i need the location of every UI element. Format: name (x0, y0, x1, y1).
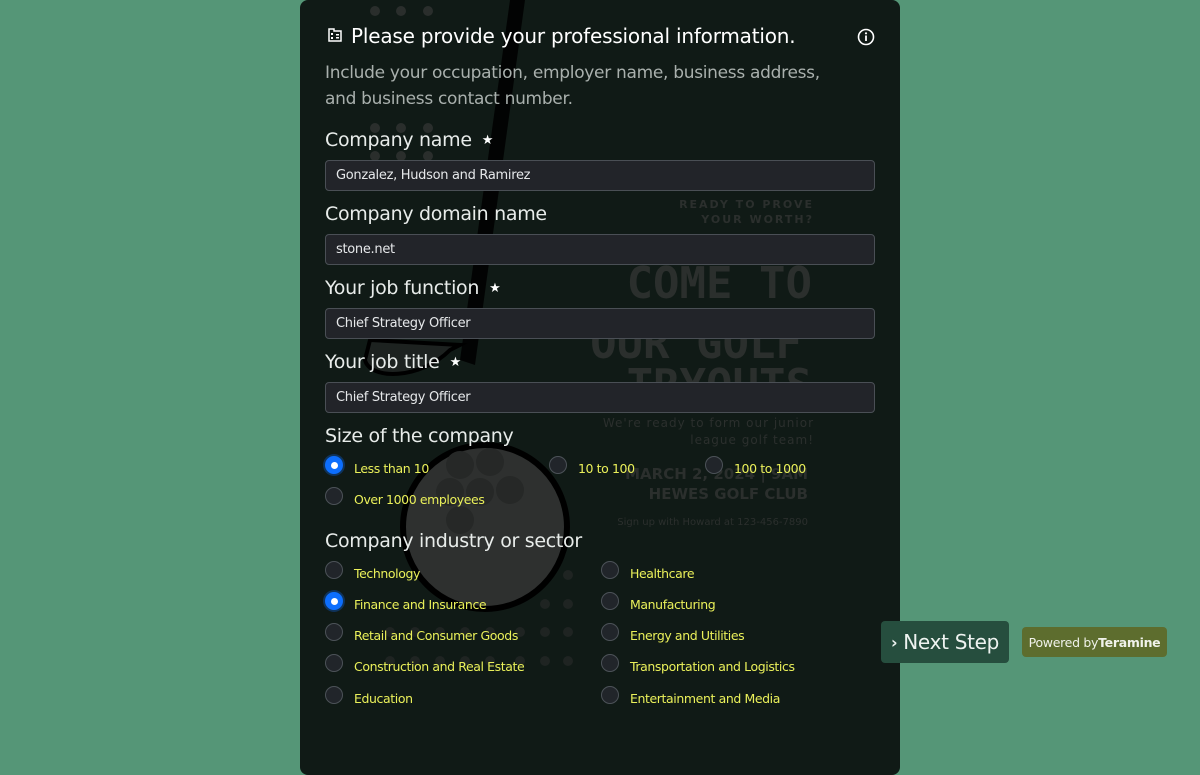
chevron-right-icon: › (890, 632, 898, 652)
industry-option-healthcare[interactable]: Healthcare (601, 560, 695, 581)
radio-unchecked-icon[interactable] (325, 622, 343, 641)
radio-label: Finance and Insurance (354, 597, 487, 612)
industry-option-manufacturing[interactable]: Manufacturing (601, 591, 716, 612)
required-star-icon: ★ (489, 281, 501, 296)
required-star-icon: ★ (481, 133, 494, 148)
company-name-label-text: Company name (325, 129, 472, 151)
poster-tagline1: We're ready to form our junior (602, 416, 814, 430)
radio-checked-icon[interactable] (325, 455, 343, 474)
powered-by-prefix: Powered by (1028, 634, 1099, 650)
radio-checked-icon[interactable] (325, 591, 343, 610)
poster-line2: YOUR WORTH? (701, 213, 814, 226)
radio-label: Entertainment and Media (630, 691, 781, 706)
radio-unchecked-icon[interactable] (549, 455, 567, 474)
radio-label: Transportation and Logistics (630, 659, 795, 674)
company-size-label: Size of the company (325, 425, 514, 447)
radio-label: Healthcare (630, 566, 695, 581)
radio-label: Energy and Utilities (630, 628, 745, 643)
company-name-label: Company name ★ (325, 129, 493, 151)
radio-label: Manufacturing (630, 597, 716, 612)
job-title-label-text: Your job title (325, 351, 440, 373)
form-header: Please provide your professional informa… (325, 24, 875, 52)
radio-label: Construction and Real Estate (354, 659, 525, 674)
size-option-over-1000[interactable]: Over 1000 employees (325, 486, 485, 507)
powered-by-brand: Teramine (1098, 634, 1161, 650)
powered-by-badge[interactable]: Powered by Teramine (1022, 627, 1167, 657)
radio-label: Retail and Consumer Goods (354, 628, 518, 643)
poster-headline1: COME TO (626, 258, 812, 309)
size-option-100-to-1000[interactable]: 100 to 1000 (705, 455, 806, 476)
poster-contact: Sign up with Howard at 123-456-7890 (617, 517, 808, 528)
industry-option-transportation[interactable]: Transportation and Logistics (601, 653, 795, 674)
industry-option-education[interactable]: Education (325, 685, 413, 706)
job-function-label: Your job function ★ (325, 277, 501, 299)
size-option-10-to-100[interactable]: 10 to 100 (549, 455, 635, 476)
radio-unchecked-icon[interactable] (325, 653, 343, 672)
required-star-icon: ★ (449, 355, 462, 370)
job-function-label-text: Your job function (325, 277, 480, 299)
radio-unchecked-icon[interactable] (601, 591, 619, 610)
radio-unchecked-icon[interactable] (705, 455, 723, 474)
poster-venue: HEWES GOLF CLUB (648, 485, 808, 503)
radio-unchecked-icon[interactable] (325, 486, 343, 505)
company-domain-label-text: Company domain name (325, 203, 547, 225)
form-card: READY TO PROVE YOUR WORTH? COME TO OUR G… (300, 0, 900, 775)
next-step-label: Next Step (903, 630, 1000, 654)
size-option-less-than-10[interactable]: Less than 10 (325, 455, 429, 476)
radio-unchecked-icon[interactable] (601, 560, 619, 579)
job-title-label: Your job title ★ (325, 351, 461, 373)
radio-unchecked-icon[interactable] (325, 560, 343, 579)
company-domain-input[interactable] (325, 234, 875, 265)
radio-label: 100 to 1000 (734, 461, 806, 476)
job-title-input[interactable] (325, 382, 875, 413)
radio-unchecked-icon[interactable] (601, 653, 619, 672)
industry-option-retail[interactable]: Retail and Consumer Goods (325, 622, 518, 643)
poster-line1: READY TO PROVE (679, 198, 814, 211)
radio-label: Less than 10 (354, 461, 429, 476)
radio-unchecked-icon[interactable] (325, 685, 343, 704)
industry-option-energy[interactable]: Energy and Utilities (601, 622, 745, 643)
industry-option-construction[interactable]: Construction and Real Estate (325, 653, 525, 674)
radio-label: Over 1000 employees (354, 492, 485, 507)
form-subtitle: Include your occupation, employer name, … (325, 63, 820, 109)
info-icon[interactable] (857, 28, 875, 46)
industry-option-finance[interactable]: Finance and Insurance (325, 591, 487, 612)
industry-label: Company industry or sector (325, 530, 582, 552)
radio-label: 10 to 100 (578, 461, 635, 476)
company-name-input[interactable] (325, 160, 875, 191)
radio-unchecked-icon[interactable] (601, 622, 619, 641)
building-icon (328, 28, 342, 42)
radio-unchecked-icon[interactable] (601, 685, 619, 704)
form-title: Please provide your professional informa… (351, 24, 796, 48)
radio-label: Education (354, 691, 413, 706)
radio-label: Technology (354, 566, 421, 581)
industry-option-technology[interactable]: Technology (325, 560, 421, 581)
company-domain-label: Company domain name (325, 203, 547, 225)
industry-option-entertainment[interactable]: Entertainment and Media (601, 685, 781, 706)
job-function-input[interactable] (325, 308, 875, 339)
poster-tagline2: league golf team! (690, 433, 814, 447)
next-step-button[interactable]: › Next Step (881, 621, 1009, 663)
